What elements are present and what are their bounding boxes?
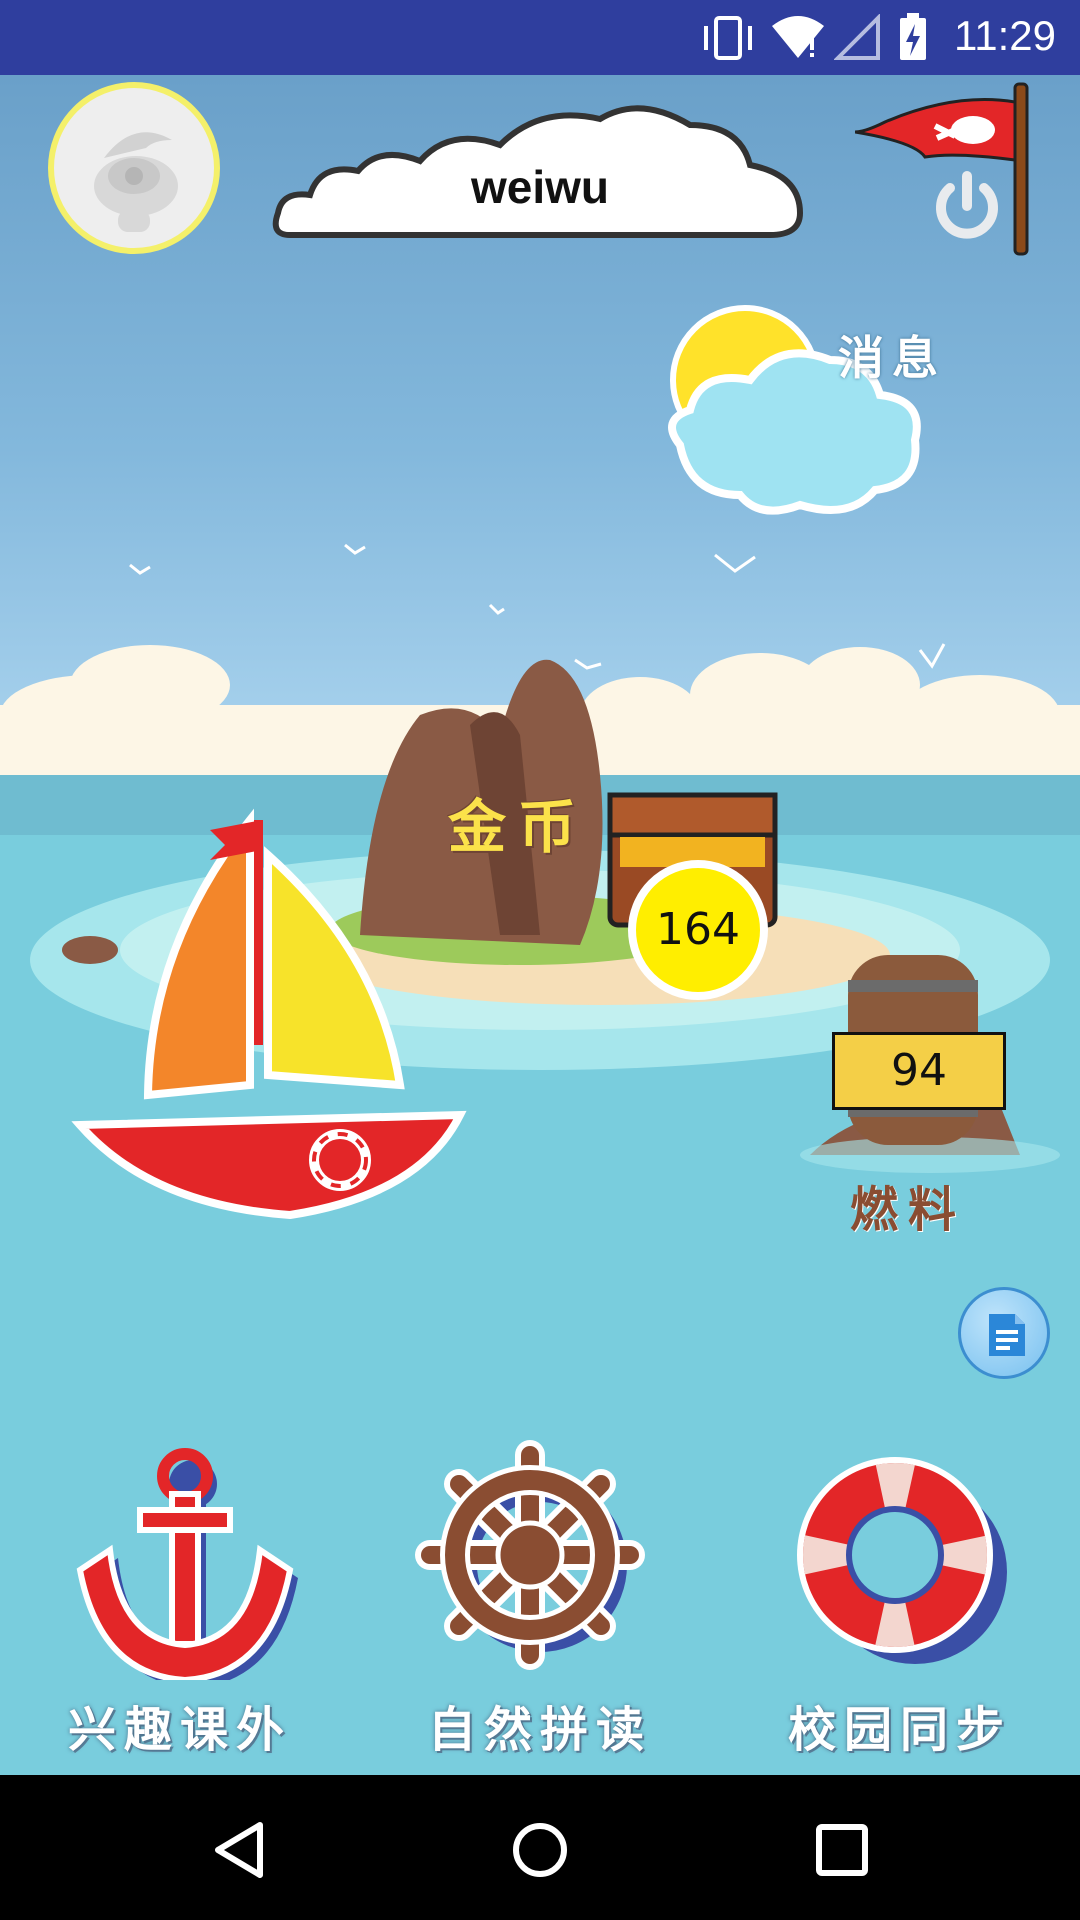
document-icon xyxy=(989,1314,1025,1356)
power-icon[interactable] xyxy=(932,170,1002,244)
nav-item-extracurricular[interactable]: 兴趣课外 xyxy=(30,1440,330,1760)
ship-wheel-icon xyxy=(415,1440,645,1670)
coins-value: 164 xyxy=(628,860,768,1000)
document-button[interactable] xyxy=(958,1287,1050,1379)
fuel-value: 94 xyxy=(832,1032,1006,1110)
avatar[interactable] xyxy=(48,82,220,254)
back-icon[interactable] xyxy=(210,1820,270,1880)
clock: 11:29 xyxy=(954,12,1056,59)
nav-label-phonics[interactable]: 自然拼读 xyxy=(390,1690,690,1760)
android-nav-bar xyxy=(0,1775,1080,1920)
wifi-icon xyxy=(772,16,824,58)
nav-label-extracurricular[interactable]: 兴趣课外 xyxy=(30,1690,330,1760)
nav-label-school-sync[interactable]: 校园同步 xyxy=(750,1690,1050,1760)
home-icon[interactable] xyxy=(510,1820,570,1880)
nav-item-phonics[interactable]: 自然拼读 xyxy=(390,1440,690,1760)
avatar-icon xyxy=(94,132,178,232)
anchor-icon xyxy=(76,1448,298,1680)
username: weiwu xyxy=(470,161,610,213)
fuel-label: 燃料 xyxy=(850,1182,967,1238)
messages-label[interactable]: 消息 xyxy=(838,322,946,388)
vibrate-icon xyxy=(704,16,752,60)
nav-item-school-sync[interactable]: 校园同步 xyxy=(750,1440,1050,1760)
status-bar: 11:29 xyxy=(0,0,1080,75)
recents-icon[interactable] xyxy=(812,1820,872,1880)
coins-label: 金币 xyxy=(448,793,589,861)
battery-charging-icon xyxy=(900,13,926,60)
signal-icon xyxy=(834,14,880,60)
lifebuoy-icon xyxy=(797,1457,1007,1664)
